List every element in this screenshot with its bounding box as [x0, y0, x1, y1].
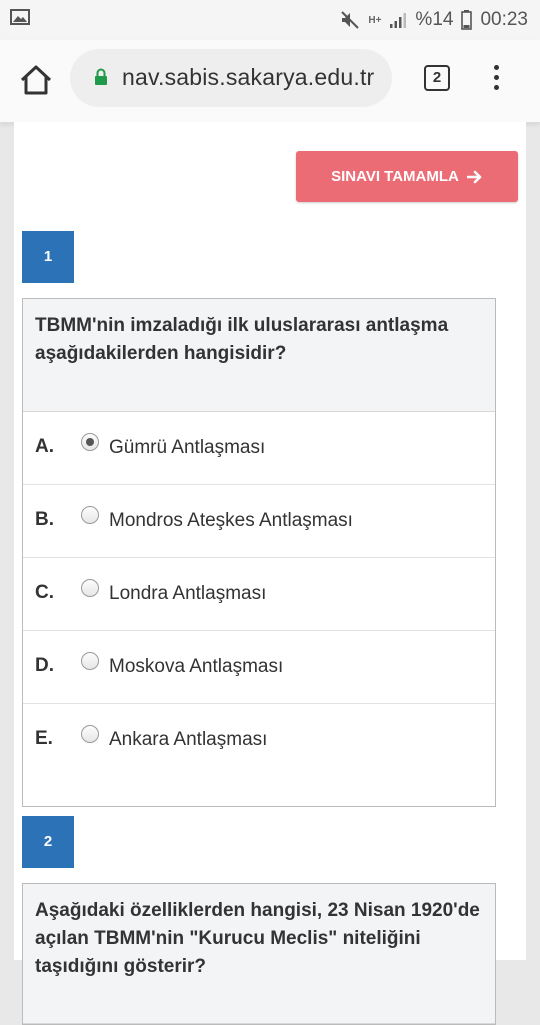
arrow-right-icon: [466, 170, 482, 183]
status-bar: H+ %14 00:23: [0, 0, 540, 40]
option-radio[interactable]: [81, 579, 99, 597]
finish-exam-button[interactable]: SINAVI TAMAMLA: [296, 151, 518, 202]
option-letter: E.: [35, 728, 53, 749]
question-card: TBMM'nin imzaladığı ilk uluslararası ant…: [22, 298, 496, 807]
mute-icon: [341, 11, 360, 29]
option-letter: D.: [35, 655, 54, 676]
exam-page: SINAVI TAMAMLA 1 TBMM'nin imzaladığı ilk…: [14, 122, 526, 1025]
option-b[interactable]: B. Mondros Ateşkes Antlaşması: [23, 485, 495, 558]
option-a[interactable]: A. Gümrü Antlaşması: [23, 412, 495, 485]
question-text: Aşağıdaki özelliklerden hangisi, 23 Nisa…: [23, 884, 495, 1024]
option-letter: B.: [35, 509, 54, 530]
url-text: nav.sabis.sakarya.edu.tr: [122, 64, 375, 90]
overflow-menu-icon[interactable]: [490, 65, 502, 95]
signal-icon: [390, 13, 407, 28]
option-radio[interactable]: [81, 433, 99, 451]
home-icon[interactable]: [18, 62, 54, 98]
clock: 00:23: [480, 9, 528, 30]
option-text: Moskova Antlaşması: [109, 656, 284, 677]
option-text: Mondros Ateşkes Antlaşması: [109, 510, 353, 531]
question-number-badge[interactable]: 2: [22, 816, 74, 868]
battery-icon: [461, 10, 473, 30]
option-c[interactable]: C. Londra Antlaşması: [23, 558, 495, 631]
finish-exam-label: SINAVI TAMAMLA: [331, 168, 459, 185]
question-text: TBMM'nin imzaladığı ilk uluslararası ant…: [23, 299, 495, 412]
gallery-icon: [10, 9, 30, 25]
tab-switcher-button[interactable]: 2: [424, 65, 450, 91]
option-d[interactable]: D. Moskova Antlaşması: [23, 631, 495, 704]
option-text: Londra Antlaşması: [109, 583, 267, 604]
battery-percent: %14: [415, 9, 454, 30]
question-number-badge[interactable]: 1: [22, 231, 74, 283]
address-bar[interactable]: nav.sabis.sakarya.edu.tr: [70, 49, 392, 107]
option-text: Ankara Antlaşması: [109, 729, 268, 750]
option-radio[interactable]: [81, 506, 99, 524]
network-type-label: H+: [368, 14, 382, 26]
option-letter: C.: [35, 582, 54, 603]
option-text: Gümrü Antlaşması: [109, 437, 266, 458]
option-e[interactable]: E. Ankara Antlaşması: [23, 704, 495, 806]
browser-toolbar: nav.sabis.sakarya.edu.tr 2: [0, 40, 540, 123]
option-letter: A.: [35, 436, 54, 457]
question-card: Aşağıdaki özelliklerden hangisi, 23 Nisa…: [22, 883, 496, 1025]
option-radio[interactable]: [81, 652, 99, 670]
lock-icon: [95, 68, 107, 85]
option-radio[interactable]: [81, 725, 99, 743]
